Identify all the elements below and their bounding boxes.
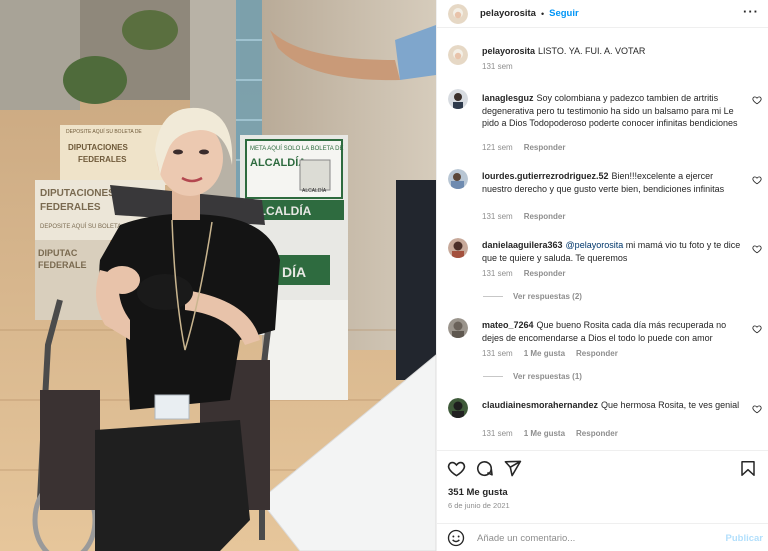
avatar[interactable] xyxy=(448,45,468,65)
comment-username[interactable]: claudiainesmorahernandez xyxy=(482,400,598,410)
comment-username[interactable]: mateo_7264 xyxy=(482,320,534,330)
post-date[interactable]: 6 de junio de 2021 xyxy=(448,501,510,510)
ballot-sign-text: DIPUTAC xyxy=(38,248,78,258)
view-replies-button[interactable]: Ver respuestas (2) xyxy=(483,292,582,301)
ballot-sign-text: ALCALDÍA xyxy=(302,187,327,194)
ballot-sign-text: DÍA xyxy=(282,264,306,280)
heart-icon[interactable] xyxy=(752,404,762,414)
comment-username[interactable]: danielaaguilera363 xyxy=(482,240,563,250)
follow-button[interactable]: Seguir xyxy=(549,8,579,19)
heart-icon[interactable] xyxy=(752,244,762,254)
post-actions: 351 Me gusta 6 de junio de 2021 Publicar xyxy=(437,450,768,551)
post-photo[interactable]: META AQUÍ SOLO LA BOLETA DE ALCALDÍA ALC… xyxy=(0,0,436,551)
ballot-sign-text: FEDERALES xyxy=(40,202,101,213)
view-replies-label: Ver respuestas (1) xyxy=(513,372,582,381)
replies-divider xyxy=(483,376,503,377)
bookmark-icon[interactable] xyxy=(739,459,757,478)
comment-meta: 131 sem Responder xyxy=(482,212,576,221)
emoji-icon[interactable] xyxy=(447,529,465,547)
action-icons-row xyxy=(447,459,759,479)
reply-button[interactable]: Responder xyxy=(576,429,618,438)
avatar[interactable] xyxy=(448,398,468,418)
timestamp[interactable]: 131 sem xyxy=(482,349,513,358)
post-header: pelayorosita • Seguir ··· xyxy=(437,0,768,28)
comment-input[interactable] xyxy=(477,532,697,544)
caption-meta: 131 sem xyxy=(482,62,524,71)
ballot-sign-text: META AQUÍ SOLO LA BOLETA DE xyxy=(250,145,343,152)
avatar[interactable] xyxy=(448,89,468,109)
comment-body: Que hermosa Rosita, te ves genial xyxy=(601,400,740,410)
reply-button[interactable]: Responder xyxy=(576,349,618,358)
more-horizontal-icon[interactable]: ··· xyxy=(743,5,759,18)
reply-button[interactable]: Responder xyxy=(524,143,566,152)
photo-illustration: META AQUÍ SOLO LA BOLETA DE ALCALDÍA ALC… xyxy=(0,0,436,551)
comment-text: danielaaguilera363 @pelayorosita mi mamá … xyxy=(482,239,742,264)
timestamp[interactable]: 121 sem xyxy=(482,143,513,152)
comment-meta: 121 sem Responder xyxy=(482,143,576,152)
heart-icon[interactable] xyxy=(752,324,762,334)
ballot-sign-text: DIPUTACIONES xyxy=(68,143,129,152)
comment-meta: 131 sem 1 Me gusta Responder xyxy=(482,349,629,358)
comment-text: claudiainesmorahernandez Que hermosa Rosi… xyxy=(482,399,742,412)
comment-username[interactable]: lourdes.gutierrezrodriguez.52 xyxy=(482,171,609,181)
timestamp[interactable]: 131 sem xyxy=(482,429,513,438)
comment-text: mateo_7264 Que bueno Rosita cada día más … xyxy=(482,319,742,344)
avatar[interactable] xyxy=(448,238,468,258)
comment-meta: 131 sem 1 Me gusta Responder xyxy=(482,429,629,438)
ballot-sign-text: FEDERALE xyxy=(38,260,87,270)
timestamp[interactable]: 131 sem xyxy=(482,212,513,221)
reply-button[interactable]: Responder xyxy=(524,269,566,278)
ballot-sign-text: FEDERALES xyxy=(78,155,127,164)
avatar[interactable] xyxy=(448,3,468,24)
view-replies-button[interactable]: Ver respuestas (1) xyxy=(483,372,582,381)
heart-icon[interactable] xyxy=(752,175,762,185)
timestamp[interactable]: 131 sem xyxy=(482,269,513,278)
comment-likes-button[interactable]: 1 Me gusta xyxy=(524,429,565,438)
comment-meta: 131 sem Responder xyxy=(482,269,576,278)
likes-count[interactable]: 351 Me gusta xyxy=(448,487,508,498)
mention-link[interactable]: @pelayorosita xyxy=(566,240,624,250)
post-side-panel: pelayorosita • Seguir ··· pelayorosita LI… xyxy=(436,0,768,551)
replies-divider xyxy=(483,296,503,297)
timestamp[interactable]: 131 sem xyxy=(482,62,513,71)
comment-username[interactable]: lanaglesguz xyxy=(482,93,534,103)
comment-text: lanaglesguz Soy colombiana y padezco tamb… xyxy=(482,92,742,130)
paper-plane-icon[interactable] xyxy=(503,459,522,478)
caption-text: pelayorosita LISTO. YA. FUI. A. VOTAR xyxy=(482,45,742,58)
caption-body: LISTO. YA. FUI. A. VOTAR xyxy=(538,46,646,56)
ballot-sign-text: DIPUTACIONES xyxy=(40,188,115,199)
comment-icon[interactable] xyxy=(475,459,494,478)
add-comment-bar: Publicar xyxy=(437,523,768,551)
comments-list[interactable]: pelayorosita LISTO. YA. FUI. A. VOTAR 131… xyxy=(437,28,768,450)
separator-dot: • xyxy=(540,8,545,19)
heart-icon[interactable] xyxy=(447,459,466,478)
avatar[interactable] xyxy=(448,169,468,189)
comment-text: lourdes.gutierrezrodriguez.52 Bien!!!exce… xyxy=(482,170,742,195)
view-replies-label: Ver respuestas (2) xyxy=(513,292,582,301)
ballot-sign-text: DEPOSITE AQUÍ SU BOLETA DE xyxy=(66,128,142,135)
comment-likes-button[interactable]: 1 Me gusta xyxy=(524,349,565,358)
reply-button[interactable]: Responder xyxy=(524,212,566,221)
publish-button[interactable]: Publicar xyxy=(726,533,764,544)
avatar[interactable] xyxy=(448,318,468,338)
ballot-sign-text: ALCALDÍA xyxy=(250,156,306,169)
heart-icon[interactable] xyxy=(752,95,762,105)
post-author-username[interactable]: pelayorosita xyxy=(480,8,536,19)
ballot-sign-text: DEPOSITE AQUÍ SU BOLETA xyxy=(40,223,121,230)
caption-username[interactable]: pelayorosita xyxy=(482,46,535,56)
